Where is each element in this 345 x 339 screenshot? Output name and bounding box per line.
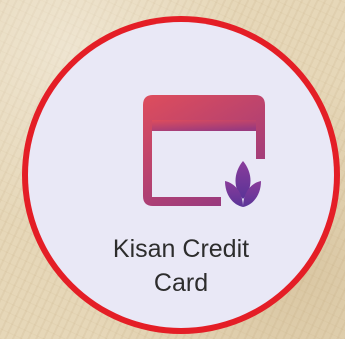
kisan-credit-card-button[interactable]: Kisan Credit Card <box>28 22 334 328</box>
credit-card-leaf-icon <box>125 77 285 222</box>
tile-label-line-2: Card <box>153 269 209 297</box>
tile-label-line-1: Kisan Credit <box>112 235 250 263</box>
